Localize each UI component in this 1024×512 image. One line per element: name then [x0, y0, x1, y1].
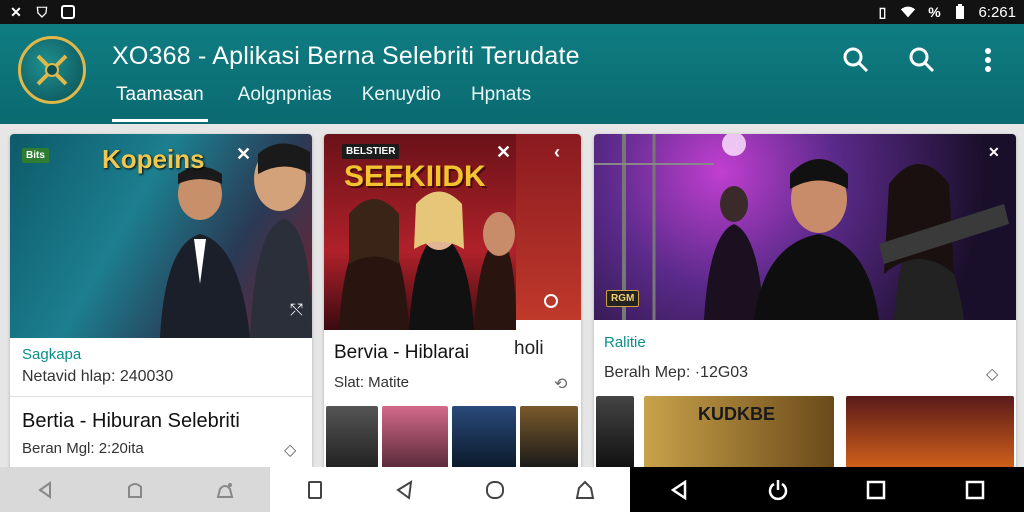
overview-button[interactable]	[960, 475, 990, 505]
battery-icon	[952, 4, 968, 20]
poster-title: SEEKIIDK	[344, 160, 486, 193]
info-icon[interactable]	[544, 294, 558, 308]
app-logo[interactable]	[18, 36, 86, 104]
nav-segment-light	[0, 467, 270, 512]
assistant-button[interactable]	[570, 475, 600, 505]
search-icon	[909, 47, 935, 73]
assistant-icon	[575, 480, 595, 499]
recents-icon	[867, 480, 886, 499]
card-headline[interactable]: Bervia - Hiblarai	[334, 342, 469, 364]
home-icon	[128, 482, 142, 498]
more-options-button[interactable]	[970, 42, 1006, 78]
system-nav-bar	[0, 467, 1024, 512]
home-button[interactable]	[120, 475, 150, 505]
news-card[interactable]: RGM ✕ Ralitie Beralh Mep: ·12G03 ◇ KUDKB…	[594, 134, 1016, 474]
tab-kenuydio[interactable]: Kenuydio	[362, 84, 441, 122]
card-meta: Netavid hlap: 240030	[22, 368, 174, 385]
divider	[10, 396, 312, 397]
close-icon[interactable]: ✕	[236, 144, 251, 165]
recents-button[interactable]	[861, 475, 891, 505]
more-vert-icon	[985, 48, 991, 72]
shield-icon: ⛉	[36, 3, 48, 20]
status-time: 6:261	[978, 3, 1016, 21]
news-feed: Bits Kopeins ✕ ⤲ Sagkapa Netavid hlap: 2…	[0, 124, 1024, 474]
power-icon	[768, 479, 787, 500]
app-actions	[838, 42, 1006, 78]
share-icon[interactable]: ◇	[986, 364, 998, 384]
thumbnail[interactable]	[596, 396, 634, 468]
back-icon	[670, 479, 687, 500]
status-left: ✕ ⛉	[8, 4, 76, 20]
status-bar: ✕ ⛉ ▯ % 6:261	[0, 0, 1024, 24]
app-bar: XO368 - Aplikasi Berna Selebriti Terudat…	[0, 24, 1024, 124]
thumbnail-title: KUDKBE	[698, 404, 776, 424]
home-button[interactable]	[480, 475, 510, 505]
tab-bar: Taamasan Aolgnpnias Kenuydio Hpnats	[112, 84, 531, 122]
search-icon	[843, 47, 869, 73]
search-button-2[interactable]	[904, 42, 940, 78]
card-headline[interactable]: Bertia - Hiburan Selebriti	[22, 410, 240, 433]
concert-illustration	[594, 134, 1009, 320]
news-card-image[interactable]: Bits Kopeins ✕ ⤲	[10, 134, 312, 338]
square-icon	[965, 480, 984, 499]
close-icon[interactable]: ✕	[988, 144, 1000, 161]
thumbnail[interactable]	[326, 406, 378, 468]
close-icon[interactable]: ✕	[496, 142, 511, 163]
assistant-icon	[216, 482, 234, 498]
category-badge: Bits	[22, 148, 49, 163]
close-icon: ✕	[10, 3, 22, 20]
back-icon	[38, 480, 51, 499]
thumbnail[interactable]	[382, 406, 448, 468]
news-card-image[interactable]: BELSTIER SEEKIIDK ✕	[324, 134, 516, 330]
tab-taamasan[interactable]: Taamasan	[112, 84, 208, 122]
brand-badge: RGM	[606, 290, 640, 307]
search-button[interactable]	[838, 42, 874, 78]
news-card-image[interactable]: RGM ✕	[594, 134, 1016, 320]
card-meta: Slat: Matite	[334, 374, 410, 391]
thumbnail[interactable]	[452, 406, 516, 468]
nav-segment-white	[270, 467, 630, 512]
assistant-button[interactable]	[210, 475, 240, 505]
category-badge: BELSTIER	[342, 144, 400, 159]
poster-title: Kopeins	[102, 144, 205, 174]
image-icon	[60, 4, 76, 20]
back-button[interactable]	[30, 475, 60, 505]
signal-icon: %	[928, 4, 941, 20]
back-icon	[396, 479, 413, 500]
recents-icon	[308, 480, 322, 499]
vibrate-icon: ▯	[878, 3, 887, 20]
recents-button[interactable]	[300, 475, 330, 505]
card-headline-meta: Beran Mgl: 2:20ita	[22, 440, 144, 457]
nav-segment-dark	[630, 467, 1024, 512]
back-button[interactable]	[664, 475, 694, 505]
tab-hpnats[interactable]: Hpnats	[471, 84, 531, 122]
share-icon[interactable]: ◇	[284, 440, 296, 460]
thumbnail[interactable]	[520, 406, 578, 468]
logo-icon	[36, 54, 68, 86]
card-meta: Beralh Mep: ·12G03	[604, 364, 749, 381]
power-button[interactable]	[763, 475, 793, 505]
wifi-icon	[900, 4, 916, 20]
card-category: Ralitie	[604, 334, 646, 351]
chevron-left-icon[interactable]: ‹	[554, 142, 560, 163]
home-icon	[486, 480, 504, 499]
share-icon[interactable]: ⟲	[554, 374, 567, 394]
card-category: Sagkapa	[22, 346, 82, 363]
card-headline-suffix: holi	[514, 338, 544, 359]
status-right: ▯ % 6:261	[874, 4, 1016, 21]
news-card[interactable]: BELSTIER SEEKIIDK ✕ ‹ Bervia - Hiblarai …	[324, 134, 581, 474]
share-icon[interactable]: ⤲	[290, 302, 303, 320]
thumbnail[interactable]: KUDKBE	[644, 396, 834, 468]
tab-aolgnpnias[interactable]: Aolgnpnias	[238, 84, 332, 122]
news-card[interactable]: Bits Kopeins ✕ ⤲ Sagkapa Netavid hlap: 2…	[10, 134, 312, 474]
news-card-image-side: ‹	[516, 134, 581, 320]
back-button[interactable]	[390, 475, 420, 505]
thumbnail[interactable]	[846, 396, 1014, 468]
app-title: XO368 - Aplikasi Berna Selebriti Terudat…	[112, 42, 580, 70]
